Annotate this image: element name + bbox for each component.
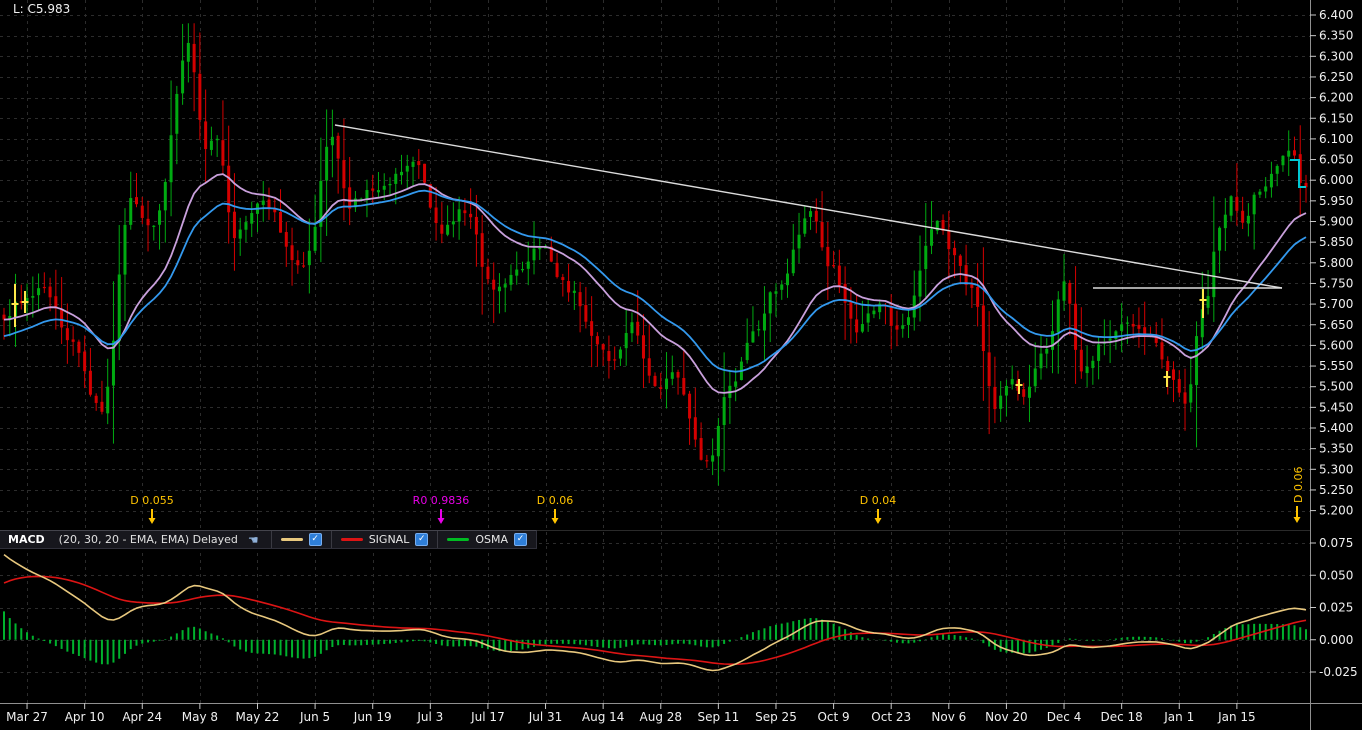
date-tick-label: Apr 10 bbox=[65, 710, 105, 724]
date-tick-label: Jan 15 bbox=[1217, 710, 1256, 724]
date-tick-label: May 8 bbox=[182, 710, 218, 724]
macd-indicator-title: MACD bbox=[8, 533, 45, 546]
annotation-label[interactable]: R0 0.9836 bbox=[413, 494, 470, 507]
price-tick-label: 6.150 bbox=[1319, 111, 1353, 125]
time-axis[interactable]: Mar 27 Apr 10 Apr 24 May 8 May 22 Jun 5 Jun 19… bbox=[6, 703, 1256, 724]
last-price-label: L: C5.983 bbox=[13, 2, 71, 16]
annotation-label[interactable]: D 0.06 bbox=[1292, 467, 1305, 503]
date-tick-label: Mar 27 bbox=[6, 710, 48, 724]
trading-chart-window: D 0.055 R0 0.9836 D 0.06 D 0.04 D 0.06 6.400 6… bbox=[0, 0, 1362, 730]
price-tick-label: 6.300 bbox=[1319, 49, 1353, 63]
price-tick-label: 5.900 bbox=[1319, 215, 1353, 229]
price-tick-label: 5.350 bbox=[1319, 442, 1353, 456]
macd-tick-label: -0.025 bbox=[1319, 665, 1358, 679]
date-tick-label: Sep 11 bbox=[698, 710, 740, 724]
date-tick-label: May 22 bbox=[236, 710, 280, 724]
date-tick-label: Apr 24 bbox=[122, 710, 162, 724]
price-tick-label: 5.750 bbox=[1319, 276, 1353, 290]
macd-tick-label: 0.050 bbox=[1319, 568, 1353, 582]
date-tick-label: Nov 20 bbox=[985, 710, 1028, 724]
date-tick-label: Jun 19 bbox=[353, 710, 392, 724]
ema-slow-line[interactable] bbox=[3, 189, 1307, 373]
annotation-label[interactable]: D 0.06 bbox=[537, 494, 573, 507]
date-tick-label: Jul 31 bbox=[528, 710, 563, 724]
macd-line-legend-group: ✓ bbox=[270, 531, 331, 548]
price-tick-label: 5.450 bbox=[1319, 400, 1353, 414]
osma-legend-group: OSMA ✓ bbox=[437, 531, 536, 548]
date-tick-label: Aug 28 bbox=[640, 710, 683, 724]
candlestick-series bbox=[2, 23, 1308, 486]
date-tick-label: Dec 4 bbox=[1047, 710, 1082, 724]
price-tick-label: 6.350 bbox=[1319, 29, 1353, 43]
price-tick-label: 5.200 bbox=[1319, 504, 1353, 518]
macd-tick-label: 0.000 bbox=[1319, 633, 1353, 647]
price-tick-label: 5.300 bbox=[1319, 462, 1353, 476]
date-tick-label: Jul 3 bbox=[416, 710, 443, 724]
chart-annotations[interactable]: D 0.055 R0 0.9836 D 0.06 D 0.04 D 0.06 bbox=[130, 467, 1305, 524]
annotation-label[interactable]: D 0.055 bbox=[130, 494, 173, 507]
date-tick-label: Dec 18 bbox=[1100, 710, 1142, 724]
date-tick-label: Oct 9 bbox=[817, 710, 849, 724]
macd-tick-label: 0.025 bbox=[1319, 601, 1353, 615]
signal-line-label: SIGNAL bbox=[368, 533, 410, 546]
price-tick-label: 5.800 bbox=[1319, 256, 1353, 270]
price-tick-label: 6.200 bbox=[1319, 91, 1353, 105]
price-tick-label: 6.250 bbox=[1319, 70, 1353, 84]
price-tick-label: 5.550 bbox=[1319, 359, 1353, 373]
date-tick-label: Sep 25 bbox=[755, 710, 797, 724]
signal-line[interactable] bbox=[3, 575, 1307, 666]
price-tick-label: 5.250 bbox=[1319, 483, 1353, 497]
annotation-label[interactable]: D 0.04 bbox=[860, 494, 896, 507]
macd-panel-header: MACD (20, 30, 20 - EMA, EMA) Delayed ☚ ✓… bbox=[0, 530, 537, 549]
osma-swatch bbox=[447, 538, 470, 541]
signal-line-checkbox[interactable]: ✓ bbox=[415, 533, 429, 546]
ema-fast-line[interactable] bbox=[3, 173, 1307, 394]
date-tick-label: Jan 1 bbox=[1163, 710, 1194, 724]
osma-label: OSMA bbox=[475, 533, 508, 546]
signal-line-swatch bbox=[340, 538, 363, 541]
price-tick-label: 6.100 bbox=[1319, 132, 1353, 146]
price-tick-label: 5.850 bbox=[1319, 235, 1353, 249]
macd-tick-label: 0.075 bbox=[1319, 536, 1353, 550]
date-tick-label: Aug 14 bbox=[582, 710, 625, 724]
date-tick-label: Nov 6 bbox=[931, 710, 966, 724]
date-tick-label: Oct 23 bbox=[871, 710, 911, 724]
price-tick-label: 5.600 bbox=[1319, 338, 1353, 352]
price-tick-label: 5.400 bbox=[1319, 421, 1353, 435]
price-axis[interactable]: 6.400 6.350 6.300 6.250 6.200 6.150 6.100 6.050… bbox=[1310, 8, 1353, 518]
last-price-marker bbox=[1290, 159, 1306, 188]
hand-icon[interactable]: ☚ bbox=[248, 533, 259, 547]
osma-checkbox[interactable]: ✓ bbox=[513, 533, 527, 546]
chart-canvas[interactable]: D 0.055 R0 0.9836 D 0.06 D 0.04 D 0.066.4006… bbox=[0, 0, 1362, 730]
date-tick-label: Jun 5 bbox=[299, 710, 330, 724]
macd-params-label: (20, 30, 20 - EMA, EMA) Delayed bbox=[58, 533, 238, 546]
price-tick-label: 5.950 bbox=[1319, 194, 1353, 208]
macd-legend: ✓ SIGNAL ✓ OSMA ✓ bbox=[270, 531, 536, 548]
macd-axis[interactable]: 0.075 0.050 0.025 0.000 -0.025 bbox=[1310, 536, 1358, 679]
date-tick-label: Jul 17 bbox=[470, 710, 505, 724]
macd-line-checkbox[interactable]: ✓ bbox=[308, 533, 322, 546]
price-tick-label: 6.000 bbox=[1319, 173, 1353, 187]
price-tick-label: 5.650 bbox=[1319, 318, 1353, 332]
macd-line-swatch bbox=[280, 538, 303, 541]
price-tick-label: 5.700 bbox=[1319, 297, 1353, 311]
price-tick-label: 6.050 bbox=[1319, 153, 1353, 167]
price-tick-label: 6.400 bbox=[1319, 8, 1353, 22]
macd-line[interactable] bbox=[3, 553, 1307, 672]
price-tick-label: 5.500 bbox=[1319, 380, 1353, 394]
signal-line-legend-group: SIGNAL ✓ bbox=[330, 531, 438, 548]
